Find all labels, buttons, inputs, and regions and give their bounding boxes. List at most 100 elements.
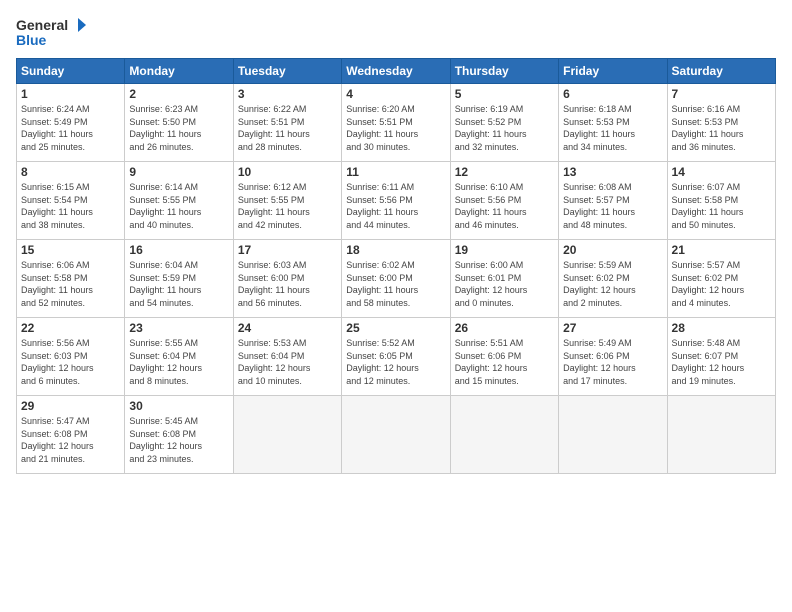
col-header-wednesday: Wednesday xyxy=(342,59,450,84)
table-row: 9Sunrise: 6:14 AM Sunset: 5:55 PM Daylig… xyxy=(125,162,233,240)
table-row: 14 Sunrise: 6:07 AM Sunset: 5:58 PM Dayli… xyxy=(667,162,775,240)
day-number: 28 xyxy=(672,321,771,335)
day-info: Sunrise: 6:23 AM Sunset: 5:50 PM Dayligh… xyxy=(129,103,228,153)
day-info: Sunrise: 5:57 AM Sunset: 6:02 PM Dayligh… xyxy=(672,259,771,309)
day-number: 9 xyxy=(129,165,228,179)
day-info: Sunrise: 5:51 AM Sunset: 6:06 PM Dayligh… xyxy=(455,337,554,387)
day-info: Sunrise: 6:19 AM Sunset: 5:52 PM Dayligh… xyxy=(455,103,554,153)
day-info: Sunrise: 6:11 AM Sunset: 5:56 PM Dayligh… xyxy=(346,181,445,231)
header-row: SundayMondayTuesdayWednesdayThursdayFrid… xyxy=(17,59,776,84)
col-header-sunday: Sunday xyxy=(17,59,125,84)
day-number: 13 xyxy=(563,165,662,179)
day-number: 25 xyxy=(346,321,445,335)
col-header-monday: Monday xyxy=(125,59,233,84)
col-header-saturday: Saturday xyxy=(667,59,775,84)
day-info: Sunrise: 5:48 AM Sunset: 6:07 PM Dayligh… xyxy=(672,337,771,387)
day-info: Sunrise: 6:07 AM Sunset: 5:58 PM Dayligh… xyxy=(672,181,771,231)
day-number: 5 xyxy=(455,87,554,101)
page-header: General Blue xyxy=(16,16,776,48)
table-row xyxy=(559,396,667,474)
day-info: Sunrise: 5:56 AM Sunset: 6:03 PM Dayligh… xyxy=(21,337,120,387)
day-info: Sunrise: 6:22 AM Sunset: 5:51 PM Dayligh… xyxy=(238,103,337,153)
table-row: 10 Sunrise: 6:12 AM Sunset: 5:55 PM Dayli… xyxy=(233,162,341,240)
day-number: 22 xyxy=(21,321,120,335)
day-number: 19 xyxy=(455,243,554,257)
day-number: 18 xyxy=(346,243,445,257)
table-row: 2 Sunrise: 6:23 AM Sunset: 5:50 PM Daylig… xyxy=(125,84,233,162)
day-number: 16 xyxy=(129,243,228,257)
day-info: Sunrise: 6:12 AM Sunset: 5:55 PM Dayligh… xyxy=(238,181,337,231)
table-row: 18Sunrise: 6:02 AM Sunset: 6:00 PM Dayli… xyxy=(342,240,450,318)
day-number: 1 xyxy=(21,87,120,101)
calendar-table: SundayMondayTuesdayWednesdayThursdayFrid… xyxy=(16,58,776,474)
table-row: 16 Sunrise: 6:04 AM Sunset: 5:59 PM Dayli… xyxy=(125,240,233,318)
day-number: 11 xyxy=(346,165,445,179)
day-info: Sunrise: 6:20 AM Sunset: 5:51 PM Dayligh… xyxy=(346,103,445,153)
calendar-week-5: 29 Sunrise: 5:47 AM Sunset: 6:08 PM Dayli… xyxy=(17,396,776,474)
day-number: 4 xyxy=(346,87,445,101)
day-info: Sunrise: 6:08 AM Sunset: 5:57 PM Dayligh… xyxy=(563,181,662,231)
table-row: 29 Sunrise: 5:47 AM Sunset: 6:08 PM Dayli… xyxy=(17,396,125,474)
table-row: 25 Sunrise: 5:52 AM Sunset: 6:05 PM Dayli… xyxy=(342,318,450,396)
calendar-week-2: 8 Sunrise: 6:15 AM Sunset: 5:54 PM Daylig… xyxy=(17,162,776,240)
day-info: Sunrise: 6:15 AM Sunset: 5:54 PM Dayligh… xyxy=(21,181,120,231)
calendar-week-3: 15Sunrise: 6:06 AM Sunset: 5:58 PM Dayli… xyxy=(17,240,776,318)
day-info: Sunrise: 6:00 AM Sunset: 6:01 PM Dayligh… xyxy=(455,259,554,309)
day-number: 10 xyxy=(238,165,337,179)
day-info: Sunrise: 5:53 AM Sunset: 6:04 PM Dayligh… xyxy=(238,337,337,387)
table-row: 17 Sunrise: 6:03 AM Sunset: 6:00 PM Dayli… xyxy=(233,240,341,318)
day-info: Sunrise: 5:55 AM Sunset: 6:04 PM Dayligh… xyxy=(129,337,228,387)
col-header-tuesday: Tuesday xyxy=(233,59,341,84)
col-header-friday: Friday xyxy=(559,59,667,84)
day-number: 15 xyxy=(21,243,120,257)
day-number: 21 xyxy=(672,243,771,257)
day-info: Sunrise: 6:16 AM Sunset: 5:53 PM Dayligh… xyxy=(672,103,771,153)
calendar-week-1: 1Sunrise: 6:24 AM Sunset: 5:49 PM Daylig… xyxy=(17,84,776,162)
table-row: 7 Sunrise: 6:16 AM Sunset: 5:53 PM Daylig… xyxy=(667,84,775,162)
day-number: 17 xyxy=(238,243,337,257)
table-row xyxy=(667,396,775,474)
table-row: 13 Sunrise: 6:08 AM Sunset: 5:57 PM Dayli… xyxy=(559,162,667,240)
day-info: Sunrise: 5:49 AM Sunset: 6:06 PM Dayligh… xyxy=(563,337,662,387)
day-info: Sunrise: 5:45 AM Sunset: 6:08 PM Dayligh… xyxy=(129,415,228,465)
table-row xyxy=(450,396,558,474)
day-number: 24 xyxy=(238,321,337,335)
table-row: 15Sunrise: 6:06 AM Sunset: 5:58 PM Dayli… xyxy=(17,240,125,318)
day-number: 29 xyxy=(21,399,120,413)
calendar-week-4: 22 Sunrise: 5:56 AM Sunset: 6:03 PM Dayli… xyxy=(17,318,776,396)
day-number: 12 xyxy=(455,165,554,179)
day-number: 8 xyxy=(21,165,120,179)
day-info: Sunrise: 5:52 AM Sunset: 6:05 PM Dayligh… xyxy=(346,337,445,387)
table-row: 6 Sunrise: 6:18 AM Sunset: 5:53 PM Daylig… xyxy=(559,84,667,162)
day-number: 14 xyxy=(672,165,771,179)
table-row: 27 Sunrise: 5:49 AM Sunset: 6:06 PM Dayli… xyxy=(559,318,667,396)
table-row: 3 Sunrise: 6:22 AM Sunset: 5:51 PM Daylig… xyxy=(233,84,341,162)
day-number: 2 xyxy=(129,87,228,101)
table-row: 1Sunrise: 6:24 AM Sunset: 5:49 PM Daylig… xyxy=(17,84,125,162)
table-row: 26Sunrise: 5:51 AM Sunset: 6:06 PM Dayli… xyxy=(450,318,558,396)
table-row: 11 Sunrise: 6:11 AM Sunset: 5:56 PM Dayli… xyxy=(342,162,450,240)
logo-general: General xyxy=(16,17,68,33)
table-row: 8 Sunrise: 6:15 AM Sunset: 5:54 PM Daylig… xyxy=(17,162,125,240)
table-row xyxy=(233,396,341,474)
table-row: 12 Sunrise: 6:10 AM Sunset: 5:56 PM Dayli… xyxy=(450,162,558,240)
table-row: 21 Sunrise: 5:57 AM Sunset: 6:02 PM Dayli… xyxy=(667,240,775,318)
table-row: 4 Sunrise: 6:20 AM Sunset: 5:51 PM Daylig… xyxy=(342,84,450,162)
day-info: Sunrise: 6:04 AM Sunset: 5:59 PM Dayligh… xyxy=(129,259,228,309)
day-number: 6 xyxy=(563,87,662,101)
day-info: Sunrise: 6:18 AM Sunset: 5:53 PM Dayligh… xyxy=(563,103,662,153)
day-number: 7 xyxy=(672,87,771,101)
logo-blue: Blue xyxy=(16,32,46,48)
day-number: 23 xyxy=(129,321,228,335)
day-info: Sunrise: 6:03 AM Sunset: 6:00 PM Dayligh… xyxy=(238,259,337,309)
day-info: Sunrise: 5:47 AM Sunset: 6:08 PM Dayligh… xyxy=(21,415,120,465)
table-row: 20Sunrise: 5:59 AM Sunset: 6:02 PM Dayli… xyxy=(559,240,667,318)
table-row xyxy=(342,396,450,474)
day-number: 3 xyxy=(238,87,337,101)
day-info: Sunrise: 6:10 AM Sunset: 5:56 PM Dayligh… xyxy=(455,181,554,231)
day-number: 27 xyxy=(563,321,662,335)
table-row: 28 Sunrise: 5:48 AM Sunset: 6:07 PM Dayli… xyxy=(667,318,775,396)
logo: General Blue xyxy=(16,16,88,48)
table-row: 22 Sunrise: 5:56 AM Sunset: 6:03 PM Dayli… xyxy=(17,318,125,396)
table-row: 23 Sunrise: 5:55 AM Sunset: 6:04 PM Dayli… xyxy=(125,318,233,396)
